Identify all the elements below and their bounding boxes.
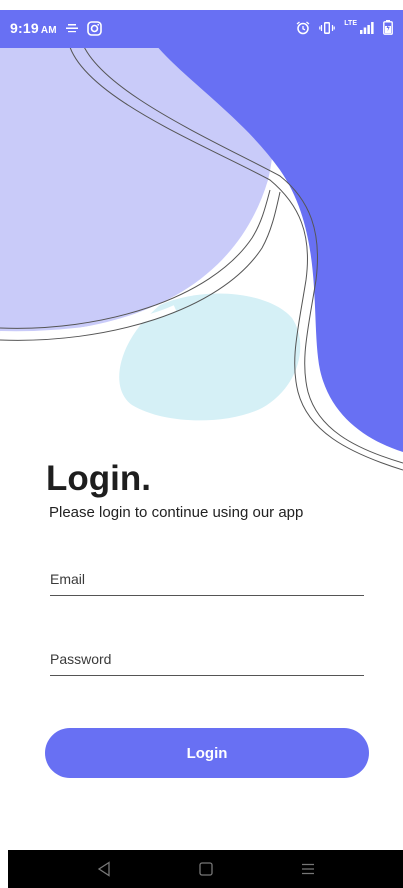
home-icon bbox=[198, 862, 213, 876]
password-field-container bbox=[50, 651, 364, 676]
vibrate-icon bbox=[319, 21, 336, 34]
password-field[interactable] bbox=[50, 651, 364, 676]
status-bar: 9:19 AM LTE bbox=[0, 10, 403, 48]
menu-icon bbox=[301, 863, 314, 875]
ampm-text: AM bbox=[40, 25, 57, 36]
signal-icon bbox=[360, 21, 374, 34]
status-right: LTE bbox=[296, 20, 393, 35]
email-field[interactable] bbox=[50, 571, 364, 596]
menu-button[interactable] bbox=[296, 857, 320, 881]
system-nav-bar bbox=[8, 850, 403, 888]
time-text: 9:19 bbox=[10, 20, 39, 36]
network-type: LTE bbox=[344, 19, 357, 27]
login-screen: 9:19 AM LTE Login. Please login to contin… bbox=[0, 0, 403, 888]
back-button[interactable] bbox=[92, 857, 116, 881]
battery-icon bbox=[383, 20, 393, 35]
status-time: 9:19 AM bbox=[10, 20, 57, 36]
login-button[interactable]: Login bbox=[45, 728, 369, 778]
notification-icon bbox=[65, 24, 78, 33]
email-field-container bbox=[50, 571, 364, 596]
page-title: Login. bbox=[46, 459, 151, 498]
home-button[interactable] bbox=[194, 857, 218, 881]
back-icon bbox=[97, 861, 110, 877]
status-left: 9:19 AM bbox=[10, 20, 102, 36]
instagram-icon bbox=[86, 20, 102, 36]
alarm-icon bbox=[296, 20, 310, 34]
page-subtitle: Please login to continue using our app bbox=[49, 504, 304, 521]
header-decoration bbox=[0, 10, 403, 471]
light-blue-blob bbox=[119, 293, 301, 421]
